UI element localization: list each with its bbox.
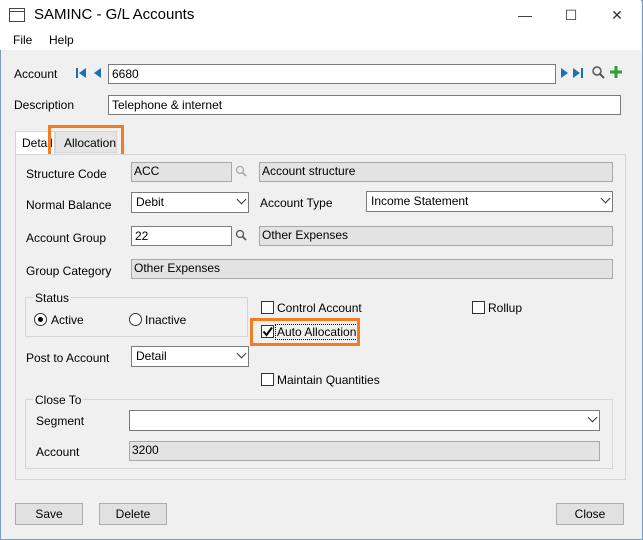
close-button[interactable]: Close — [556, 503, 624, 525]
normal-balance-label: Normal Balance — [26, 198, 112, 212]
account-group-input[interactable]: 22 — [131, 226, 232, 246]
previous-record-icon[interactable] — [93, 67, 101, 82]
account-input[interactable]: 6680 — [108, 64, 556, 84]
status-inactive-label: Inactive — [145, 313, 187, 327]
rollup-checkbox[interactable] — [472, 301, 485, 314]
app-icon — [9, 8, 25, 22]
structure-code-field: ACC — [131, 162, 232, 182]
menu-file[interactable]: File — [13, 33, 32, 47]
delete-button[interactable]: Delete — [99, 503, 167, 525]
close-to-title: Close To — [33, 393, 84, 407]
window-title: SAMINC - G/L Accounts — [34, 6, 195, 23]
close-account-field: 3200 — [129, 441, 600, 461]
description-label: Description — [14, 98, 75, 112]
normal-balance-select[interactable]: Debit — [131, 192, 249, 213]
first-record-icon[interactable] — [76, 67, 86, 82]
close-account-label: Account — [36, 445, 80, 459]
auto-allocation-highlight — [250, 318, 360, 346]
structure-description: Account structure — [259, 162, 613, 182]
search-icon[interactable] — [591, 65, 605, 82]
account-type-label: Account Type — [260, 196, 333, 210]
chevron-down-icon — [236, 348, 247, 359]
post-to-account-select[interactable]: Detail — [131, 346, 249, 367]
description-input[interactable]: Telephone & internet — [108, 95, 621, 115]
chevron-down-icon — [236, 194, 247, 205]
post-to-account-label: Post to Account — [26, 351, 110, 365]
segment-label: Segment — [36, 414, 85, 428]
group-category-label: Group Category — [26, 264, 112, 278]
save-button[interactable]: Save — [15, 503, 83, 525]
control-account-label: Control Account — [277, 301, 362, 315]
close-window-button[interactable]: ✕ — [594, 0, 640, 30]
last-record-icon[interactable] — [573, 67, 583, 82]
account-group-description: Other Expenses — [259, 226, 613, 246]
chevron-down-icon — [600, 193, 611, 204]
account-label: Account — [14, 67, 58, 81]
status-active-label: Active — [51, 313, 84, 327]
status-active-radio[interactable] — [34, 313, 47, 326]
maximize-button[interactable]: ☐ — [548, 0, 594, 30]
structure-search-icon — [235, 165, 247, 180]
menu-help[interactable]: Help — [49, 33, 74, 47]
account-group-search-icon[interactable] — [235, 229, 247, 244]
minimize-button[interactable]: — — [502, 0, 548, 30]
allocation-tab-highlight — [48, 125, 124, 157]
maintain-quantities-label: Maintain Quantities — [277, 373, 380, 387]
title-bar: SAMINC - G/L Accounts — ☐ ✕ — [0, 0, 641, 30]
account-type-select[interactable]: Income Statement — [366, 191, 613, 212]
next-record-icon[interactable] — [561, 67, 569, 82]
control-account-checkbox[interactable] — [261, 301, 274, 314]
status-inactive-radio[interactable] — [129, 313, 142, 326]
add-icon[interactable] — [609, 65, 623, 82]
menu-bar: File Help — [0, 30, 641, 50]
status-group-title: Status — [33, 291, 72, 305]
segment-select[interactable] — [129, 410, 600, 431]
rollup-label: Rollup — [488, 301, 523, 315]
chevron-down-icon — [587, 412, 598, 423]
account-group-label: Account Group — [26, 231, 107, 245]
post-to-account-value: Detail — [136, 349, 167, 363]
maintain-quantities-checkbox[interactable] — [261, 373, 274, 386]
normal-balance-value: Debit — [136, 195, 165, 209]
structure-code-label: Structure Code — [26, 167, 107, 181]
group-category-field: Other Expenses — [131, 259, 613, 279]
account-type-value: Income Statement — [371, 194, 469, 208]
